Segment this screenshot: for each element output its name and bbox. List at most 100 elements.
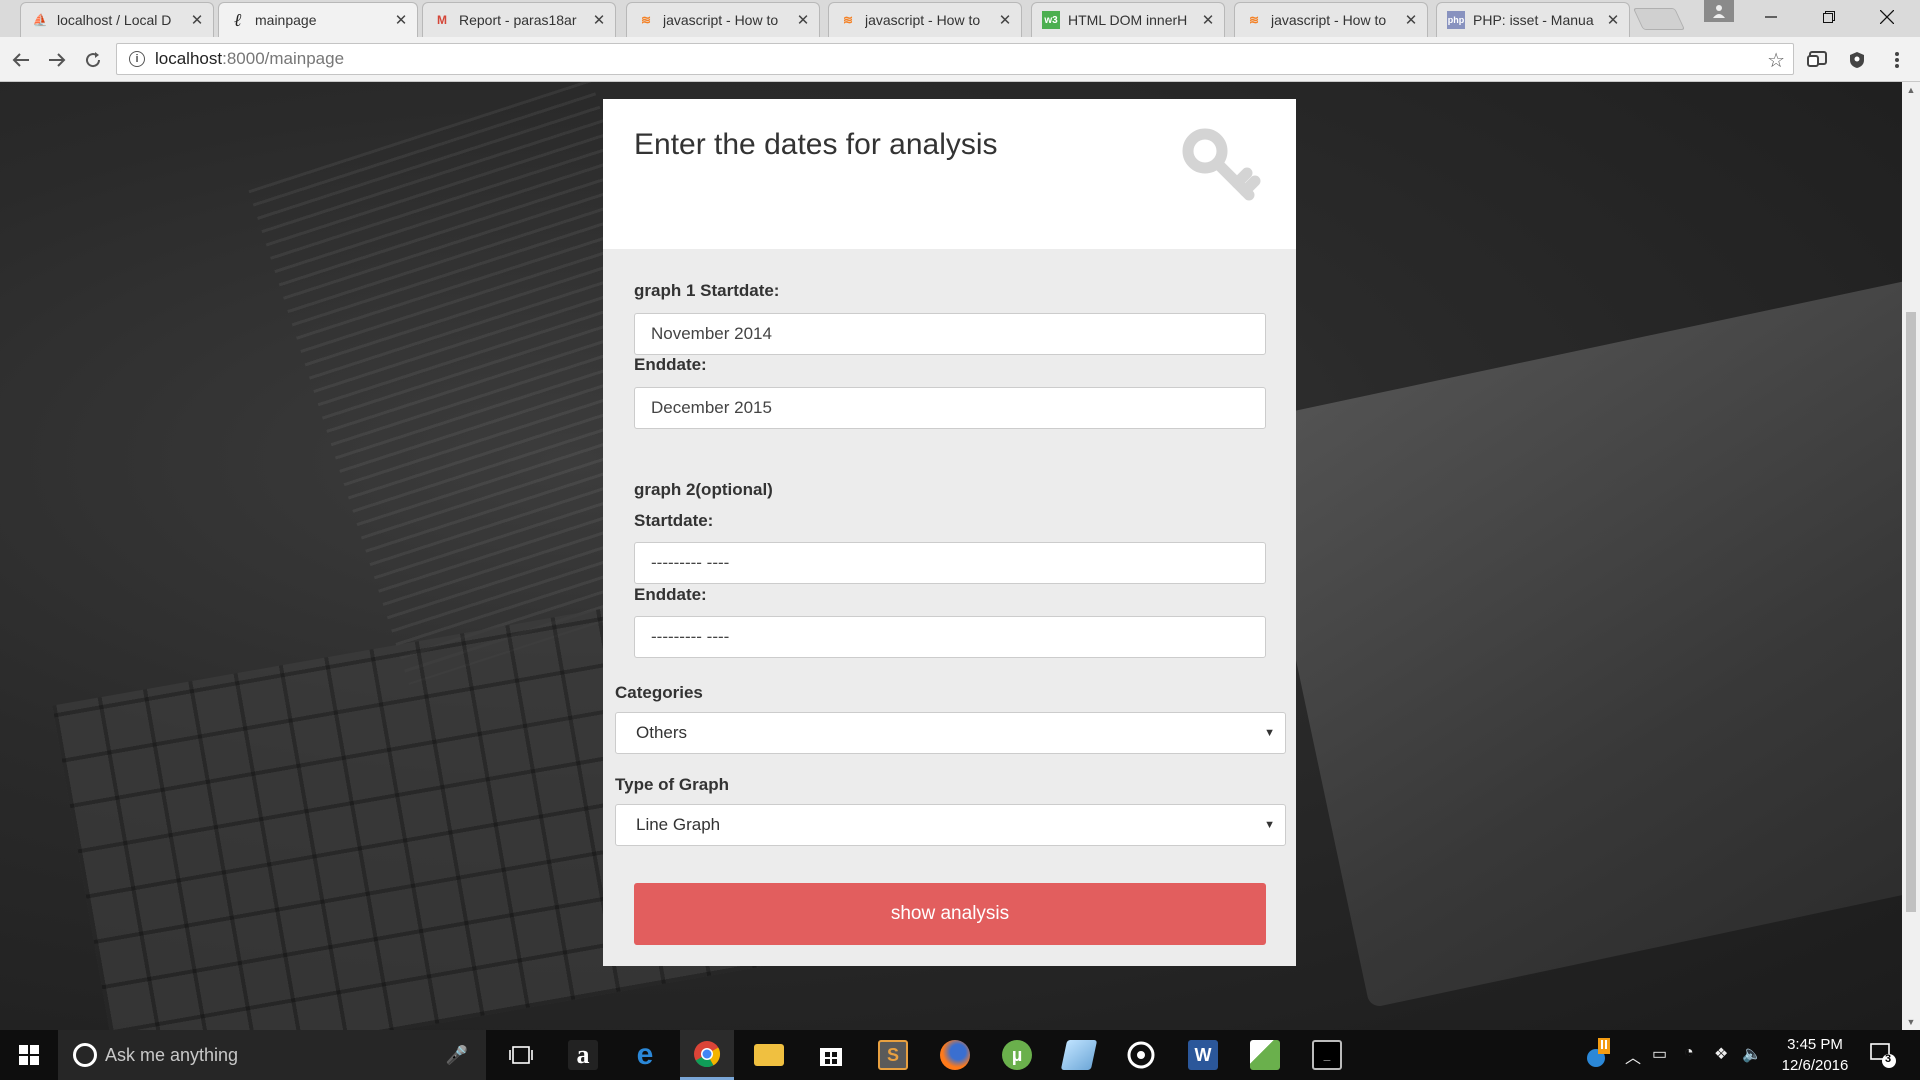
categories-selected-value: Others: [636, 723, 688, 742]
graph1-startdate-input[interactable]: November 2014: [634, 313, 1266, 355]
analysis-form-card: Enter the dates for analysis graph 1 Sta…: [603, 99, 1296, 966]
tab-title: mainpage: [255, 12, 317, 28]
tab-title: javascript - How to: [1271, 12, 1387, 28]
profile-button[interactable]: [1704, 0, 1734, 22]
battery-icon[interactable]: ▭: [1652, 1044, 1667, 1064]
user-icon: [1713, 5, 1725, 18]
graph2-enddate-input[interactable]: --------- ----: [634, 616, 1266, 658]
warning-tray-icon[interactable]: [1586, 1038, 1612, 1073]
tab-strip: ⛵ localhost / Local D ✕ ℓ mainpage ✕ M R…: [0, 0, 1920, 37]
sublime-text-icon: S: [878, 1040, 908, 1070]
show-analysis-button[interactable]: show analysis: [634, 883, 1266, 945]
scroll-down-icon[interactable]: ▼: [1902, 1014, 1920, 1030]
taskbar-paint[interactable]: [1238, 1030, 1292, 1080]
tab-stackoverflow-1[interactable]: ≋ javascript - How to ✕: [626, 2, 820, 37]
chevron-down-icon: ▼: [1264, 819, 1275, 831]
search-placeholder: Ask me anything: [105, 1044, 239, 1065]
groove-music-icon: [1127, 1041, 1155, 1069]
graph1-start-label: graph 1 Startdate:: [634, 281, 780, 300]
tab-stackoverflow-3[interactable]: ≋ javascript - How to ✕: [1234, 2, 1428, 37]
taskbar-app-glass[interactable]: [1052, 1030, 1106, 1080]
menu-button[interactable]: [1886, 49, 1908, 71]
forward-button[interactable]: [44, 47, 70, 73]
taskbar-groove[interactable]: [1114, 1030, 1168, 1080]
extension-shield-icon[interactable]: [1846, 49, 1868, 71]
url-path: :8000/mainpage: [222, 49, 345, 68]
chrome-icon: [694, 1040, 721, 1067]
wifi-icon[interactable]: ◔: [1684, 1044, 1694, 1062]
close-icon: [1880, 10, 1894, 24]
tab-w3schools[interactable]: w3 HTML DOM innerH ✕: [1031, 2, 1225, 37]
taskbar-firefox[interactable]: [928, 1030, 982, 1080]
task-view-icon: [509, 1046, 533, 1064]
tab-mainpage[interactable]: ℓ mainpage ✕: [218, 2, 418, 37]
graph2-end-label: Enddate:: [634, 585, 707, 604]
back-button[interactable]: [8, 47, 34, 73]
taskbar-store[interactable]: [804, 1030, 858, 1080]
clock-date: 12/6/2016: [1781, 1057, 1849, 1074]
folder-icon: [754, 1044, 784, 1066]
minimize-icon: [1765, 16, 1777, 18]
django-icon: ℓ: [234, 9, 242, 30]
taskbar-amazon[interactable]: a: [556, 1030, 610, 1080]
tab-gmail[interactable]: M Report - paras18ar ✕: [422, 2, 616, 37]
graph-type-selected-value: Line Graph: [636, 815, 721, 834]
w3schools-icon: w3: [1042, 11, 1060, 29]
page-title: Enter the dates for analysis: [634, 128, 998, 161]
close-icon[interactable]: ✕: [1605, 11, 1621, 29]
task-view-button[interactable]: [494, 1030, 548, 1080]
minimize-button[interactable]: [1748, 0, 1794, 34]
taskbar-edge[interactable]: e: [618, 1030, 672, 1080]
scrollbar-thumb[interactable]: [1906, 312, 1916, 912]
key-icon: [1182, 128, 1261, 201]
utorrent-icon: µ: [1002, 1040, 1032, 1070]
close-icon[interactable]: ✕: [795, 11, 811, 29]
taskbar-chrome[interactable]: [680, 1030, 734, 1080]
graph2-startdate-input[interactable]: --------- ----: [634, 542, 1266, 584]
action-center-button[interactable]: 3: [1870, 1042, 1896, 1073]
close-window-button[interactable]: [1864, 0, 1910, 34]
volume-icon[interactable]: 🔈: [1742, 1044, 1762, 1064]
cortana-search-box[interactable]: Ask me anything 🎤: [58, 1030, 486, 1080]
close-icon[interactable]: ✕: [591, 11, 607, 29]
start-button[interactable]: [0, 1030, 58, 1080]
dropbox-icon[interactable]: ❖: [1714, 1044, 1728, 1064]
close-icon[interactable]: ✕: [189, 11, 205, 29]
gmail-icon: M: [437, 13, 447, 27]
arrow-left-icon: [12, 53, 29, 67]
reload-button[interactable]: [80, 47, 106, 73]
taskbar: Ask me anything 🎤 a e S µ W _ ︿ ▭ ◔ ❖ 🔈 …: [0, 1030, 1920, 1080]
terminal-icon: _: [1312, 1040, 1342, 1070]
taskbar-file-explorer[interactable]: [742, 1030, 796, 1080]
taskbar-word[interactable]: W: [1176, 1030, 1230, 1080]
chevron-up-icon[interactable]: ︿: [1625, 1044, 1641, 1068]
close-icon[interactable]: ✕: [393, 11, 409, 29]
phpmyadmin-icon: ⛵: [32, 13, 48, 27]
categories-select[interactable]: Others ▼: [615, 712, 1286, 754]
address-bar[interactable]: i localhost :8000/mainpage ☆: [116, 43, 1794, 75]
tab-stackoverflow-2[interactable]: ≋ javascript - How to ✕: [828, 2, 1022, 37]
close-icon[interactable]: ✕: [1403, 11, 1419, 29]
cast-icon: [1807, 51, 1827, 67]
info-icon[interactable]: i: [129, 51, 145, 67]
tab-php-manual[interactable]: php PHP: isset - Manua ✕: [1436, 2, 1630, 37]
extension-cast-icon[interactable]: [1806, 49, 1828, 71]
new-tab-button[interactable]: [1632, 8, 1686, 30]
taskbar-sublime[interactable]: S: [866, 1030, 920, 1080]
taskbar-terminal[interactable]: _: [1300, 1030, 1354, 1080]
clock-time: 3:45 PM: [1787, 1036, 1843, 1053]
stackoverflow-icon: ≋: [640, 13, 652, 27]
bookmark-star-icon[interactable]: ☆: [1767, 48, 1785, 73]
close-icon[interactable]: ✕: [1200, 11, 1216, 29]
graph1-enddate-input[interactable]: December 2015: [634, 387, 1266, 429]
restore-button[interactable]: [1806, 0, 1852, 34]
system-clock[interactable]: 3:45 PM 12/6/2016: [1770, 1034, 1860, 1076]
scroll-up-icon[interactable]: ▲: [1902, 82, 1920, 98]
page-scrollbar[interactable]: ▲ ▼: [1902, 82, 1920, 1030]
tab-title: javascript - How to: [865, 12, 981, 28]
tab-phpmyadmin[interactable]: ⛵ localhost / Local D ✕: [20, 2, 214, 37]
microphone-icon[interactable]: 🎤: [446, 1045, 468, 1066]
graph-type-select[interactable]: Line Graph ▼: [615, 804, 1286, 846]
close-icon[interactable]: ✕: [997, 11, 1013, 29]
taskbar-utorrent[interactable]: µ: [990, 1030, 1044, 1080]
